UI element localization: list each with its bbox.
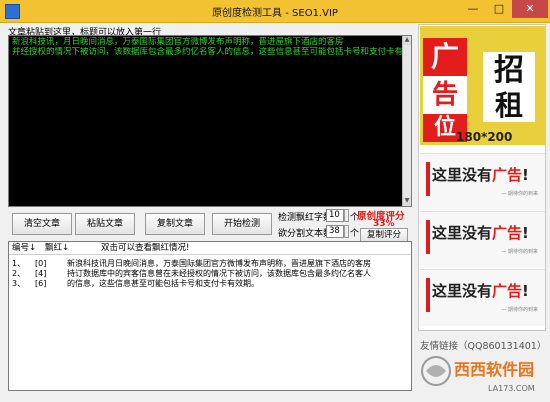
row-number: 1、: [12, 259, 26, 268]
scroll-down-arrow-icon[interactable]: ▼: [403, 197, 411, 206]
split-count-unit: 个: [350, 229, 360, 239]
ad-panel: 广 告 位 招 租 180*200 这里没有广告! — 期待你的到来 这里没有广…: [418, 24, 546, 331]
svg-text:LA173.COM: LA173.COM: [488, 384, 535, 393]
ad-char: 租: [483, 90, 535, 122]
ad-char: 招: [483, 52, 535, 90]
row-number: 2、: [12, 269, 26, 278]
result-row[interactable]: 2、 [4] 持订数据库中的宾客信息曾在未经授权的情况下被访问，该数据库包含最多…: [9, 269, 411, 279]
start-detect-button[interactable]: 开始检测: [212, 213, 272, 235]
ad-slot-note: — 期待你的到来: [501, 249, 538, 255]
row-text: 的信息，这些信息甚至可能包括卡号和支付卡有效期。: [67, 279, 259, 288]
article-textarea[interactable]: 新浪科技讯，月日晚间消息，万泰国际集团官方微博发布声明称，晋进屋旗下酒店的客房 …: [8, 35, 412, 207]
result-list[interactable]: 编号↓ 飘红↓ 双击可以查看飘红情况! 1、 [0] 新浪科技讯月日晚间消息，万…: [8, 241, 412, 391]
row-number: 3、: [12, 279, 26, 288]
result-row[interactable]: 1、 [0] 新浪科技讯月日晚间消息，万泰国际集团官方微博发布声明称，晋进屋旗下…: [9, 259, 411, 269]
ad-red-bar: [426, 220, 430, 254]
column-header-flag[interactable]: 飘红↓: [45, 242, 69, 254]
ad-size-text: 180*200: [456, 130, 513, 144]
ad-slot-text: 这里没有广告!: [432, 224, 529, 242]
ad-char: 告: [423, 76, 467, 114]
column-header-number[interactable]: 编号↓: [12, 242, 36, 254]
svg-text:西西软件园: 西西软件园: [454, 360, 534, 379]
row-flag: [6]: [35, 279, 47, 288]
column-header-hint: 双击可以查看飘红情况!: [101, 243, 190, 253]
ad-slot-note: — 期待你的到来: [501, 191, 538, 197]
ad-red-bar: [426, 162, 430, 196]
detect-count-spinner[interactable]: [344, 209, 349, 222]
scroll-up-arrow-icon[interactable]: ▲: [403, 36, 411, 45]
ad-slot-note: — 期待你的到来: [501, 307, 538, 313]
ad-slot-text: 这里没有广告!: [432, 282, 529, 300]
article-line: 并经授权的情况下被访问，该数据库包含最多约亿名客人的信息，这些信息甚至可能包括卡…: [12, 47, 408, 57]
maximize-button[interactable]: □: [486, 0, 512, 18]
result-row[interactable]: 3、 [6] 的信息，这些信息甚至可能包括卡号和支付卡有效期。: [9, 279, 411, 289]
clear-article-button[interactable]: 清空文章: [12, 213, 72, 235]
ad-slot[interactable]: 这里没有广告! — 期待你的到来: [420, 211, 545, 268]
ad-red-bar: [426, 278, 430, 312]
header-divider: [9, 254, 411, 255]
split-count-input[interactable]: 38: [326, 225, 344, 238]
title-bar: 原创度检测工具 - SEO1.VIP — □ ✕: [0, 0, 550, 23]
paste-article-button[interactable]: 粘贴文章: [75, 213, 135, 235]
ad-slot[interactable]: 这里没有广告! — 期待你的到来: [420, 269, 545, 326]
ad-char: 广: [423, 38, 467, 76]
ad-banner-main[interactable]: 广 告 位 招 租 180*200: [420, 26, 545, 145]
row-flag: [0]: [35, 259, 47, 268]
row-flag: [4]: [35, 269, 47, 278]
row-text: 持订数据库中的宾客信息曾在未经授权的情况下被访问，该数据库包含最多约亿名客人: [67, 269, 371, 278]
split-count-spinner[interactable]: [344, 225, 349, 238]
result-header: 编号↓ 飘红↓ 双击可以查看飘红情况!: [9, 242, 411, 254]
ad-slot[interactable]: 这里没有广告! — 期待你的到来: [420, 153, 545, 210]
minimize-button[interactable]: —: [460, 0, 486, 18]
detect-count-input[interactable]: 10: [326, 209, 344, 222]
row-text: 新浪科技讯月日晚间消息，万泰国际集团官方微博发布声明称，晋进屋旗下酒店的客房: [67, 259, 371, 268]
friend-link[interactable]: 友情链接（QQ860131401）: [420, 338, 546, 352]
article-line: 新浪科技讯，月日晚间消息，万泰国际集团官方微博发布声明称，晋进屋旗下酒店的客房: [12, 37, 344, 47]
close-button[interactable]: ✕: [512, 0, 548, 18]
ad-slot-text: 这里没有广告!: [432, 166, 529, 184]
copy-score-button[interactable]: 复制评分: [360, 228, 408, 242]
copy-article-button[interactable]: 复制文章: [145, 213, 205, 235]
article-scrollbar[interactable]: ▲ ▼: [402, 36, 411, 206]
site-watermark-logo: 西西软件园 LA173.COM: [418, 351, 548, 399]
